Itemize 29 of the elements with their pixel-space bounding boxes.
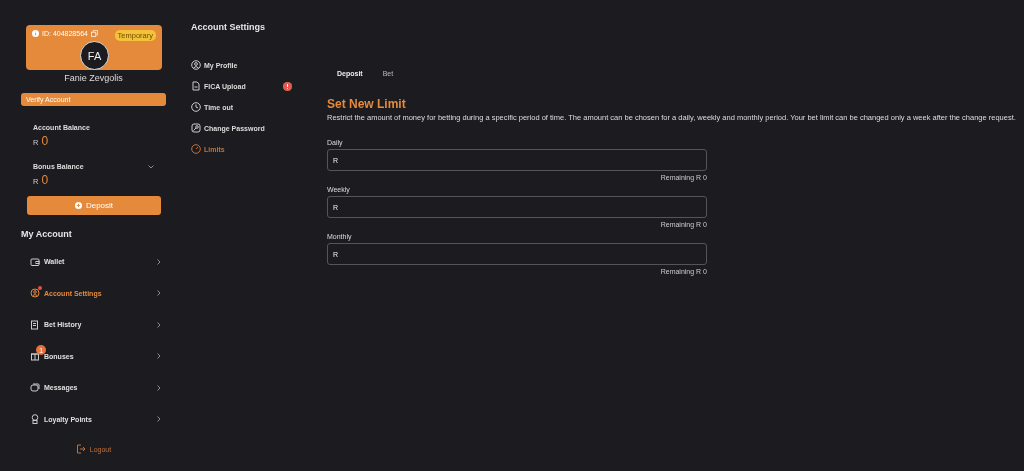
avatar: FA [80, 41, 109, 70]
section-title: My Account [21, 229, 73, 239]
person-badge-icon [30, 288, 40, 299]
trophy-icon [30, 414, 40, 425]
section-title: Set New Limit [327, 97, 407, 111]
chevron-right-icon [157, 290, 161, 297]
chevron-right-icon [157, 258, 161, 265]
info-icon [32, 30, 39, 37]
balance-amount: 0 [41, 134, 49, 148]
clock-icon [191, 102, 201, 112]
plus-icon [74, 202, 82, 209]
chevron-right-icon [157, 416, 161, 423]
chevron-down-icon[interactable] [148, 164, 154, 169]
document-icon [191, 81, 201, 91]
gift-icon [30, 351, 40, 362]
profile-icon [191, 60, 201, 70]
gauge-icon [191, 144, 201, 154]
key-icon [191, 123, 201, 133]
alert-icon [283, 81, 292, 91]
wallet-icon [30, 256, 40, 267]
page-title: Account Settings [191, 22, 266, 32]
chevron-right-icon [157, 321, 161, 328]
chevron-right-icon [157, 384, 161, 391]
user-name: Fanie Zevgolis [63, 73, 124, 83]
balance-amount: 0 [41, 173, 49, 187]
receipt-icon [30, 319, 40, 330]
logout-icon [75, 444, 86, 454]
chevron-right-icon [157, 353, 161, 360]
chat-icon [30, 382, 40, 393]
